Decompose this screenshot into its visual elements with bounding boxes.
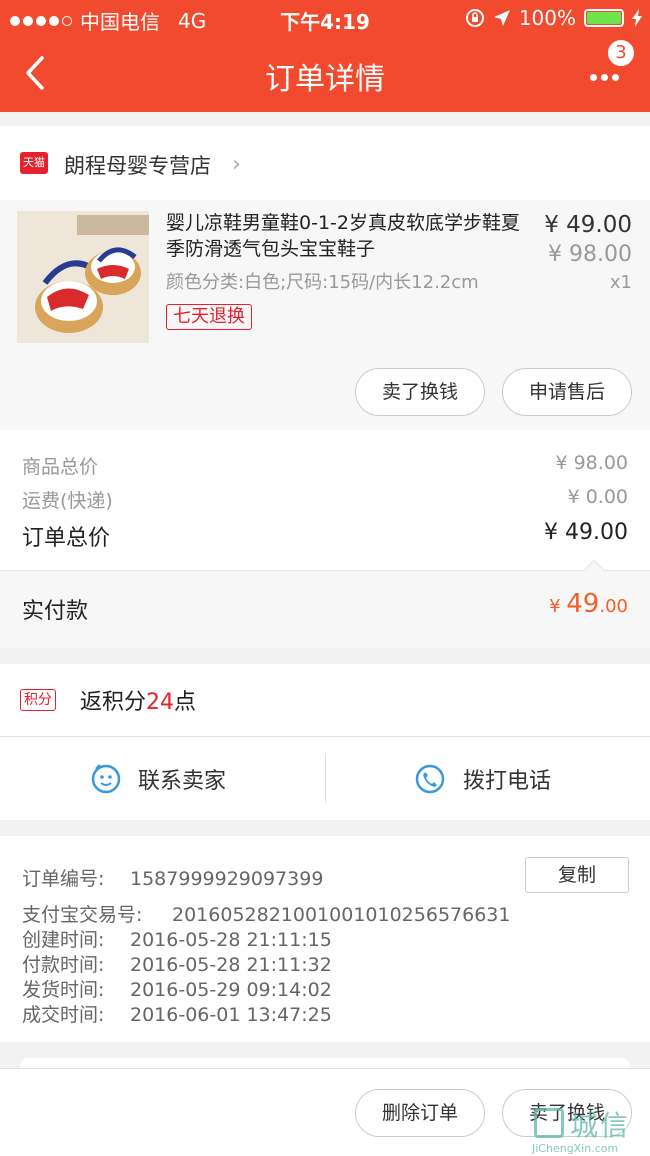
paid-currency: ¥ [549, 596, 561, 617]
resell-button[interactable]: 卖了换钱 [355, 368, 485, 416]
price-summary: 商品总价 ¥ 98.00 运费(快递) ¥ 0.00 订单总价 ¥ 49.00 [0, 430, 650, 570]
paid-amount-row: 实付款 ¥ 49.00 [0, 559, 650, 648]
sandal-image [17, 211, 149, 343]
chevron-right-icon: › [232, 152, 241, 177]
order-total-label: 订单总价 [22, 526, 111, 551]
call-phone-label: 拨打电话 [463, 769, 552, 794]
points-badge: 积分 [20, 689, 56, 711]
shipping-label: 运费(快递) [22, 490, 113, 512]
shipped-time-line: 发货时间: 2016-05-29 09:14:02 [22, 975, 332, 1002]
contact-seller-button[interactable]: 联系卖家 [0, 737, 325, 821]
completed-time-value: 2016-06-01 13:47:25 [130, 1004, 332, 1026]
shipping-row: 运费(快递) ¥ 0.00 [22, 486, 628, 513]
order-number-line: 订单编号: 1587999929097399 [22, 864, 323, 891]
page-title: 订单详情 [265, 62, 385, 97]
subtotal-row: 商品总价 ¥ 98.00 [22, 452, 628, 479]
after-sales-button[interactable]: 申请售后 [502, 368, 632, 416]
charging-bolt-icon [632, 9, 642, 27]
return-policy-tag: 七天退换 [166, 304, 252, 330]
notification-badge: 3 [606, 38, 636, 68]
subtotal-label: 商品总价 [22, 456, 99, 478]
location-arrow-icon [493, 10, 510, 26]
alipay-trade-label: 支付宝交易号: [22, 904, 143, 926]
paid-decimal: .00 [599, 596, 628, 617]
points-text: 返积分24点 [80, 684, 196, 716]
watermark-en: JiChengXin.com [532, 1142, 619, 1155]
completed-time-label: 成交时间: [22, 1004, 105, 1026]
chat-smile-icon [91, 764, 121, 794]
nav-bar: 订单详情 3 [0, 36, 650, 112]
delete-order-button[interactable]: 删除订单 [355, 1089, 485, 1137]
battery-icon [584, 9, 624, 27]
alipay-trade-line: 支付宝交易号: 2016052821001001010256576631 [22, 900, 510, 927]
product-quantity: x1 [609, 272, 632, 293]
order-info: 订单编号: 1587999929097399 复制 支付宝交易号: 20160528… [0, 836, 650, 1042]
call-phone-button[interactable]: 拨打电话 [326, 737, 650, 821]
created-time-value: 2016-05-28 21:11:15 [130, 929, 332, 951]
watermark-cn: 城信 [570, 1109, 631, 1142]
status-right: 100% [465, 6, 642, 30]
created-time-line: 创建时间: 2016-05-28 21:11:15 [22, 925, 332, 952]
paid-time-line: 付款时间: 2016-05-28 21:11:32 [22, 950, 332, 977]
order-number-value[interactable]: 1587999929097399 [130, 868, 323, 890]
copy-button[interactable]: 复制 [525, 857, 629, 893]
shipping-value: ¥ 0.00 [567, 486, 628, 508]
shipped-time-value: 2016-05-29 09:14:02 [130, 979, 332, 1001]
phone-icon [415, 764, 445, 794]
shipped-time-label: 发货时间: [22, 979, 105, 1001]
contact-seller-label: 联系卖家 [138, 769, 227, 794]
paid-time-value: 2016-05-28 21:11:32 [130, 954, 332, 976]
order-number-label: 订单编号: [22, 868, 105, 890]
paid-amount: ¥ 49.00 [549, 589, 628, 619]
paid-integer: 49 [566, 589, 600, 619]
shop-name[interactable]: 朗程母婴专营店 [64, 150, 211, 180]
product-price: ¥ 49.00 [544, 212, 632, 238]
alipay-trade-value: 2016052821001001010256576631 [172, 904, 511, 926]
subtotal-value: ¥ 98.00 [555, 452, 628, 474]
contact-bar: 联系卖家 拨打电话 [0, 736, 650, 820]
paid-time-label: 付款时间: [22, 954, 105, 976]
points-number: 24 [146, 690, 175, 715]
points-row: 积分 返积分24点 [0, 664, 650, 736]
status-bar: 中国电信 4G 下午4:19 100% [0, 0, 650, 36]
watermark-logo-icon [534, 1108, 564, 1138]
order-total-row: 订单总价 ¥ 49.00 [22, 520, 628, 552]
points-prefix: 返积分 [80, 690, 147, 715]
battery-percent: 100% [518, 6, 576, 30]
completed-time-line: 成交时间: 2016-06-01 13:47:25 [22, 1000, 332, 1027]
rotation-lock-icon [465, 9, 484, 27]
points-suffix: 点 [174, 690, 197, 715]
shop-header[interactable]: 天猫 朗程母婴专营店 › [0, 126, 650, 200]
product-image[interactable] [17, 211, 149, 343]
paid-label: 实付款 [22, 599, 89, 624]
tmall-logo: 天猫 [20, 152, 48, 174]
more-dots-icon[interactable] [590, 66, 630, 86]
product-name[interactable]: 婴儿凉鞋男童鞋0-1-2岁真皮软底学步鞋夏季防滑透气包头宝宝鞋子 [166, 210, 526, 262]
product-original-price: ¥ 98.00 [548, 242, 632, 267]
order-total-value: ¥ 49.00 [544, 520, 628, 545]
created-time-label: 创建时间: [22, 929, 105, 951]
product-card[interactable]: 婴儿凉鞋男童鞋0-1-2岁真皮软底学步鞋夏季防滑透气包头宝宝鞋子 颜色分类:白色… [0, 200, 650, 430]
product-spec: 颜色分类:白色;尺码:15码/内长12.2cm [166, 272, 479, 293]
site-watermark: 城信 JiChengXin.com [530, 1104, 650, 1156]
